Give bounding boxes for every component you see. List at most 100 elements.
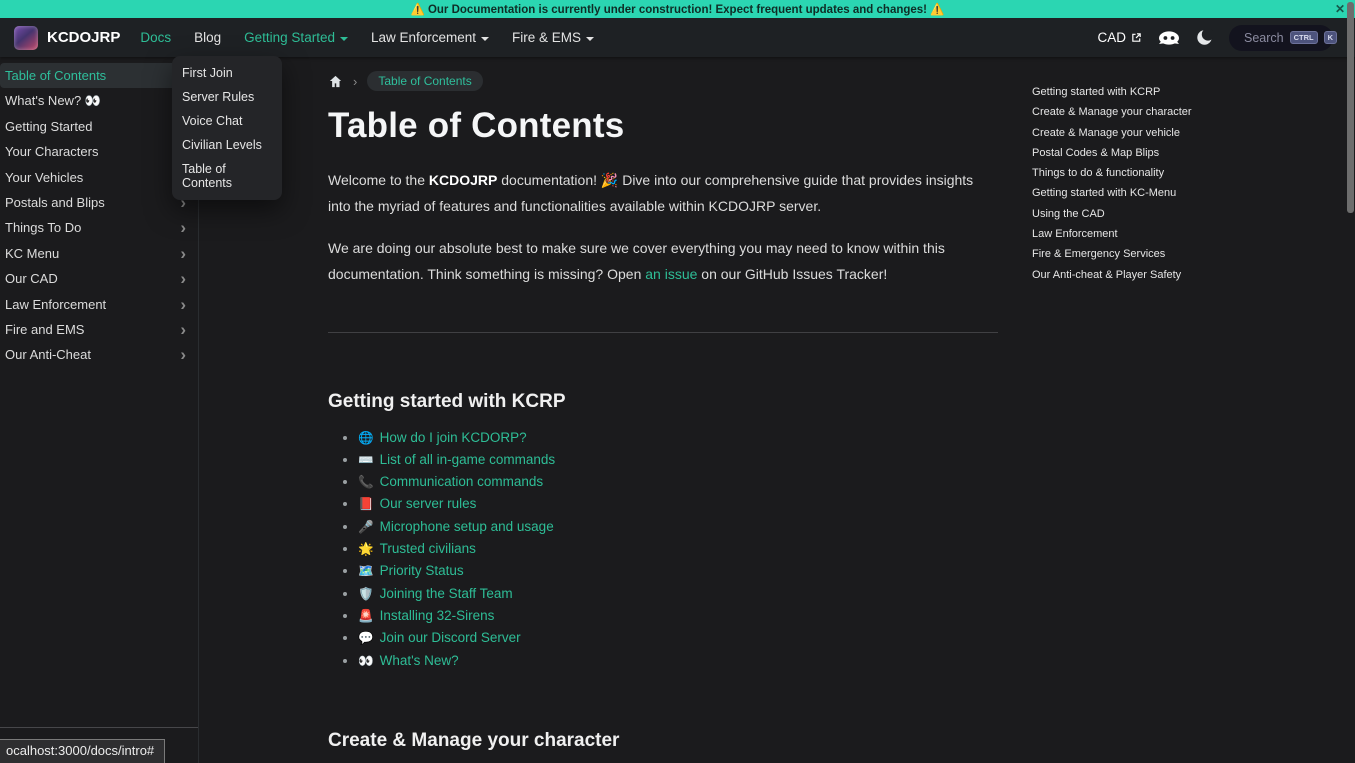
- nav-link-blog[interactable]: Blog: [194, 30, 221, 45]
- doc-link-trusted-civilians[interactable]: Trusted civilians: [380, 541, 476, 556]
- external-link-icon: [1131, 32, 1142, 43]
- dropdown-item-server-rules[interactable]: Server Rules: [172, 85, 282, 109]
- dark-mode-toggle-moon-icon[interactable]: [1196, 29, 1213, 46]
- toc-item-create-manage-your-character[interactable]: Create & Manage your character: [1032, 102, 1222, 122]
- announcement-bar: ⚠️ Our Documentation is currently under …: [0, 0, 1355, 18]
- brand-logo-icon: [14, 26, 38, 50]
- toc-item-create-manage-your-vehicle[interactable]: Create & Manage your vehicle: [1032, 123, 1222, 143]
- chevron-right-icon[interactable]: ›: [180, 346, 192, 363]
- sidebar-item-table-of-contents[interactable]: Table of Contents: [0, 63, 197, 88]
- sidebar-item-your-characters[interactable]: Your Characters›: [0, 139, 197, 164]
- sidebar-item-fire-and-ems[interactable]: Fire and EMS ›: [0, 317, 197, 342]
- toc-item-getting-started-with-kc-menu[interactable]: Getting started with KC-Menu: [1032, 183, 1222, 203]
- nav-link-label: Fire & EMS: [512, 30, 581, 45]
- sidebar-item-law-enforcement[interactable]: Law Enforcement ›: [0, 292, 197, 317]
- breadcrumb: › Table of Contents: [328, 71, 998, 91]
- doc-link-what-s-new[interactable]: What's New?: [380, 653, 459, 668]
- nav-link-label: Blog: [194, 30, 221, 45]
- main-content: › Table of Contents Table of Contents We…: [328, 57, 998, 763]
- doc-link-installing-32-sirens[interactable]: Installing 32-Sirens: [380, 608, 495, 623]
- sidebar-item-getting-started[interactable]: Getting Started›: [0, 114, 197, 139]
- joining-the-staff-team-icon: 🛡️: [358, 587, 374, 601]
- sidebar-item-our-cad[interactable]: Our CAD ›: [0, 266, 197, 291]
- toc-item-fire-emergency-services[interactable]: Fire & Emergency Services: [1032, 244, 1222, 264]
- getting-started-dropdown-menu: First JoinServer RulesVoice ChatCivilian…: [172, 56, 282, 200]
- chevron-right-icon: ›: [353, 74, 357, 89]
- sidebar-menu: Table of ContentsWhat's New? 👀Getting St…: [0, 63, 197, 367]
- nav-link-getting-started[interactable]: Getting Started: [244, 30, 348, 45]
- installing-32-sirens-icon: 🚨: [358, 609, 374, 623]
- toc-item-our-anti-cheat-player-safety[interactable]: Our Anti-cheat & Player Safety: [1032, 265, 1222, 285]
- intro-paragraph-2: We are doing our absolute best to make s…: [328, 236, 998, 288]
- home-icon[interactable]: [328, 74, 343, 89]
- sidebar-item-our-anti-cheat[interactable]: Our Anti-Cheat ›: [0, 342, 197, 367]
- chevron-right-icon[interactable]: ›: [180, 270, 192, 287]
- cad-link[interactable]: CAD: [1097, 30, 1142, 45]
- doc-link-priority-status[interactable]: Priority Status: [380, 563, 464, 578]
- discord-icon[interactable]: [1158, 30, 1180, 46]
- chevron-right-icon[interactable]: ›: [180, 245, 192, 262]
- sidebar-item-your-vehicles[interactable]: Your Vehicles›: [0, 165, 197, 190]
- list-item: 📕Our server rules: [358, 493, 998, 515]
- sidebar-item-label: Law Enforcement: [5, 297, 106, 312]
- sidebar-item-label: Our CAD: [5, 271, 58, 286]
- toc-item-using-the-cad[interactable]: Using the CAD: [1032, 204, 1222, 224]
- kbd-ctrl: CTRL: [1290, 31, 1318, 44]
- chevron-right-icon[interactable]: ›: [180, 219, 192, 236]
- sidebar-item-label: Your Characters: [5, 144, 98, 159]
- search-input[interactable]: Search CTRL K: [1229, 25, 1333, 51]
- chevron-right-icon[interactable]: ›: [180, 296, 192, 313]
- nav-link-label: Law Enforcement: [371, 30, 476, 45]
- scrollbar-thumb[interactable]: [1347, 2, 1354, 213]
- doc-link-our-server-rules[interactable]: Our server rules: [380, 496, 477, 511]
- nav-link-fire-ems[interactable]: Fire & EMS: [512, 30, 594, 45]
- trusted-civilians-icon: 🌟: [358, 542, 374, 556]
- list-item: 📞 Communication commands: [358, 471, 998, 493]
- dropdown-item-civilian-levels[interactable]: Civilian Levels: [172, 133, 282, 157]
- sidebar-item-label: Fire and EMS: [5, 322, 84, 337]
- chevron-right-icon[interactable]: ›: [180, 321, 192, 338]
- doc-link-how-do-i-join-kcdorp[interactable]: How do I join KCDORP?: [380, 430, 527, 445]
- an-issue-link[interactable]: an issue: [645, 266, 697, 282]
- sidebar: Table of ContentsWhat's New? 👀Getting St…: [0, 57, 199, 763]
- doc-link-joining-the-staff-team[interactable]: Joining the Staff Team: [380, 586, 513, 601]
- doc-link-microphone-setup-and-usage[interactable]: Microphone setup and usage: [380, 519, 554, 534]
- doc-link-list-of-all-in-game-commands[interactable]: List of all in-game commands: [380, 452, 556, 467]
- toc-item-getting-started-with-kcrp[interactable]: Getting started with KCRP: [1032, 82, 1222, 102]
- dropdown-item-table-of-contents[interactable]: Table of Contents: [172, 157, 282, 195]
- list-item: 🛡️ Joining the Staff Team: [358, 583, 998, 605]
- close-icon[interactable]: ✕: [1335, 1, 1345, 17]
- sidebar-item-label: Our Anti-Cheat: [5, 347, 91, 362]
- content-divider: [328, 332, 998, 333]
- sidebar-item-label: Getting Started: [5, 119, 92, 134]
- doc-link-communication-commands[interactable]: Communication commands: [380, 474, 544, 489]
- status-url-tooltip: ocalhost:3000/docs/intro#: [0, 739, 165, 763]
- list-item: 🎤 Microphone setup and usage: [358, 516, 998, 538]
- dropdown-item-first-join[interactable]: First Join: [172, 61, 282, 85]
- list-of-all-in-game-commands-icon: ⌨️: [358, 453, 374, 467]
- section-link-list: 🌐How do I join KCDORP? ⌨️ List of all in-g…: [328, 427, 998, 672]
- page-scrollbar[interactable]: [1345, 0, 1355, 763]
- microphone-setup-and-usage-icon: 🎤: [358, 520, 374, 534]
- nav-link-law-enforcement[interactable]: Law Enforcement: [371, 30, 489, 45]
- navbar-right: CAD Search CTRL: [1097, 25, 1341, 51]
- communication-commands-icon: 📞: [358, 475, 374, 489]
- nav-link-docs[interactable]: Docs: [140, 30, 171, 45]
- dropdown-item-voice-chat[interactable]: Voice Chat: [172, 109, 282, 133]
- sidebar-item-postals-and-blips[interactable]: Postals and Blips›: [0, 190, 197, 215]
- list-item: 🌐How do I join KCDORP?: [358, 427, 998, 449]
- list-item: 💬Join our Discord Server: [358, 627, 998, 649]
- toc-item-law-enforcement[interactable]: Law Enforcement: [1032, 224, 1222, 244]
- brand[interactable]: KCDOJRP: [14, 26, 140, 50]
- doc-link-join-our-discord-server[interactable]: Join our Discord Server: [380, 630, 521, 645]
- sidebar-item-label: Table of Contents: [5, 68, 106, 83]
- breadcrumb-current[interactable]: Table of Contents: [367, 71, 482, 91]
- sidebar-item-what-s-new[interactable]: What's New? 👀: [0, 88, 197, 113]
- page-toc: Getting started with KCRPCreate & Manage…: [1032, 82, 1222, 285]
- toc-item-things-to-do-functionality[interactable]: Things to do & functionality: [1032, 163, 1222, 183]
- toc-item-postal-codes-map-blips[interactable]: Postal Codes & Map Blips: [1032, 143, 1222, 163]
- list-item: ⌨️ List of all in-game commands: [358, 449, 998, 471]
- sidebar-item-things-to-do[interactable]: Things To Do›: [0, 215, 197, 240]
- nav-link-label: Getting Started: [244, 30, 335, 45]
- sidebar-item-kc-menu[interactable]: KC Menu›: [0, 241, 197, 266]
